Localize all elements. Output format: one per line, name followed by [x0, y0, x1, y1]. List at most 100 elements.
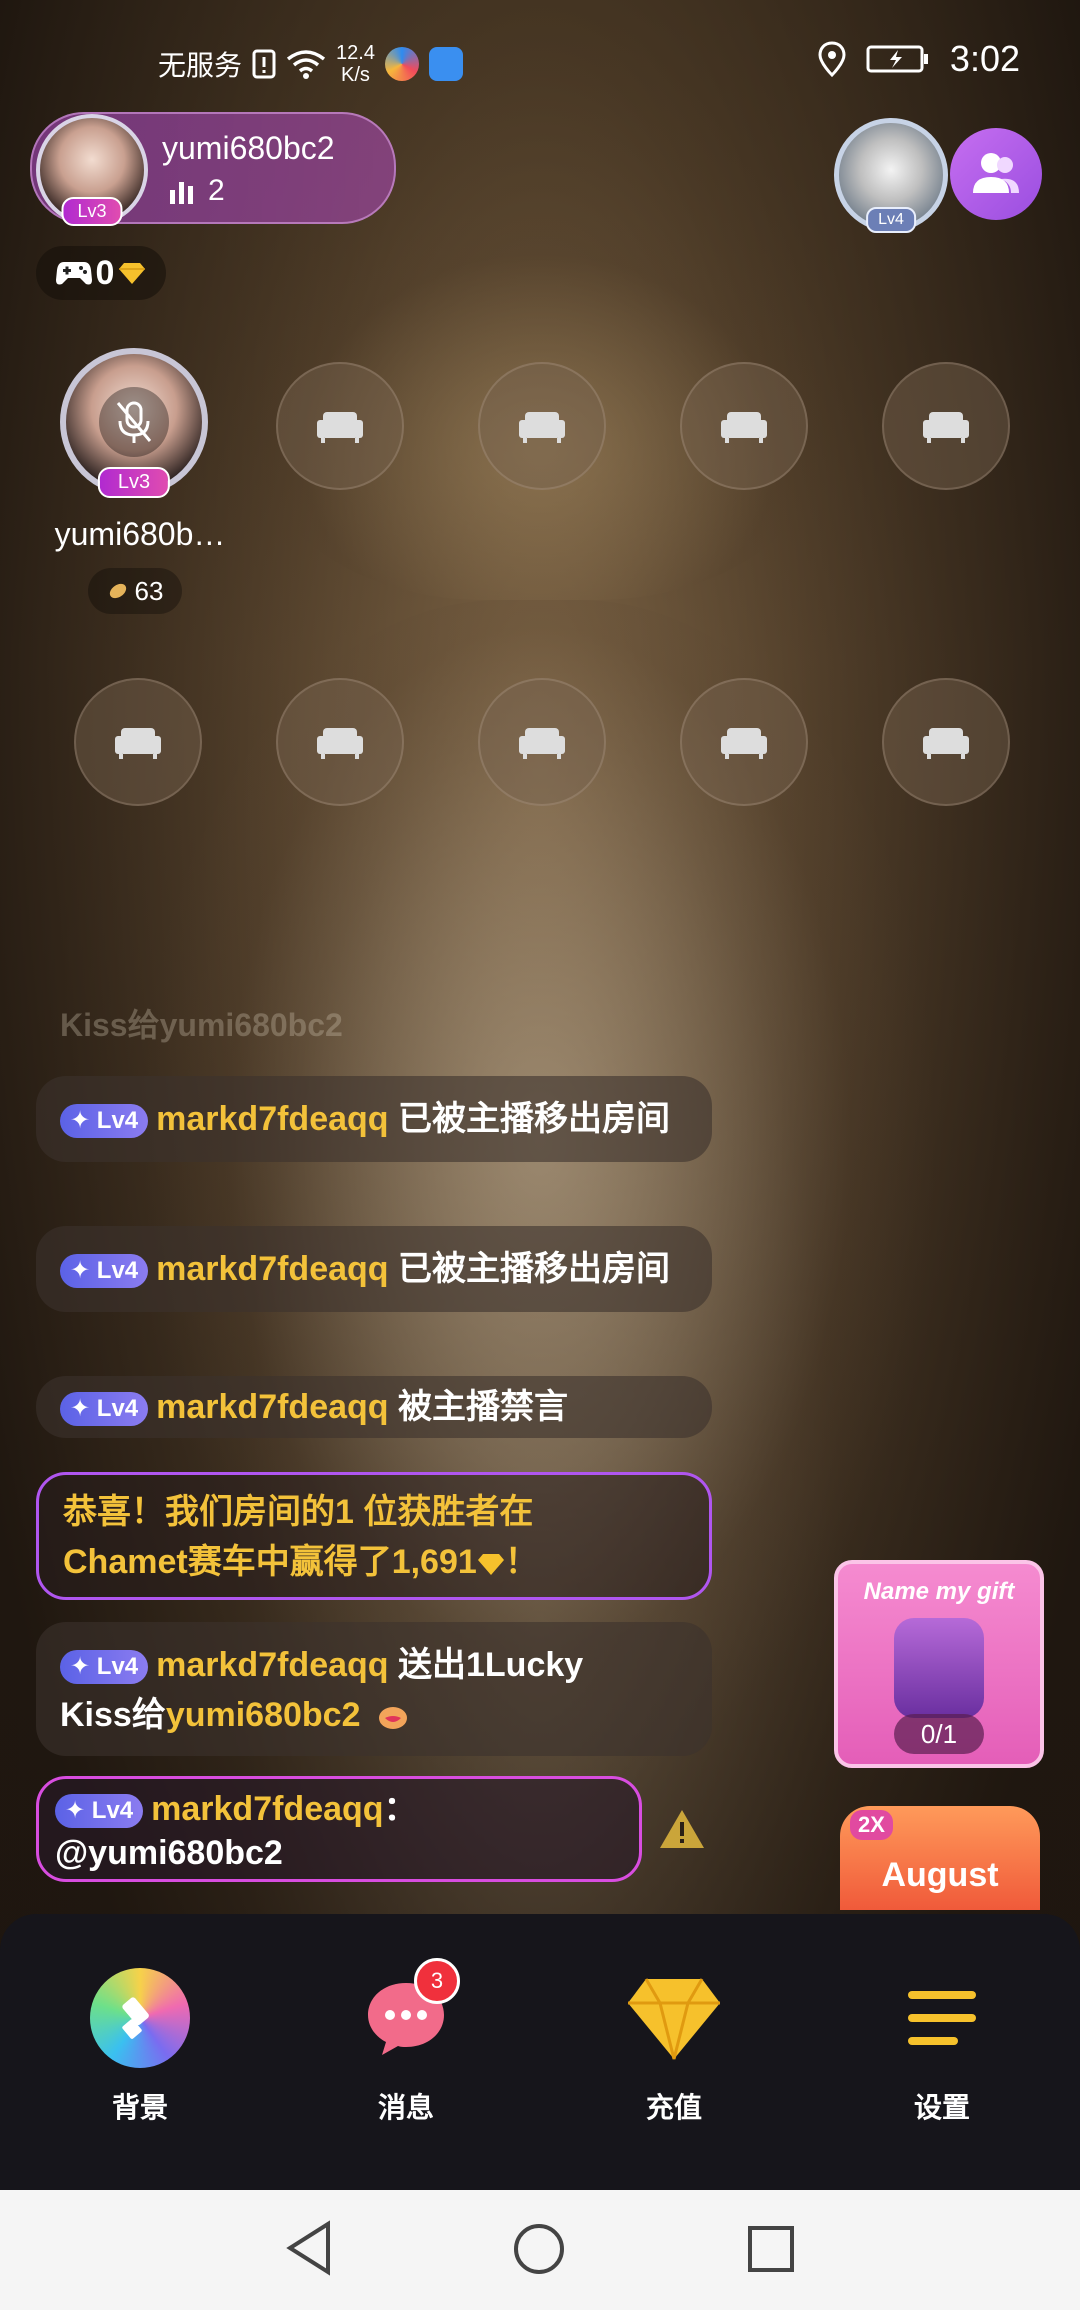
event-banner[interactable]: 2X August	[840, 1806, 1040, 1910]
empty-seat[interactable]	[882, 678, 1010, 806]
chat-username[interactable]: markd7fdeaqq	[151, 1790, 383, 1828]
top-viewer-avatar[interactable]: Lv4	[834, 118, 948, 233]
empty-seat[interactable]	[680, 362, 808, 490]
chat-username[interactable]: markd7fdeaqq	[156, 1388, 388, 1426]
chat-text: Kiss给	[60, 1696, 166, 1734]
viewer-level-badge: Lv4	[866, 207, 916, 233]
seat-host-score: 63	[88, 568, 182, 614]
tab-messages[interactable]: 3 消息	[326, 1958, 486, 2126]
seat-host[interactable]: Lv3	[60, 348, 208, 498]
chat-text: 送出1Lucky	[398, 1646, 584, 1684]
host-level-badge: Lv3	[61, 197, 123, 226]
empty-seat[interactable]	[74, 678, 202, 806]
tab-label: 充值	[645, 2092, 702, 2123]
browser-app-icon	[384, 47, 419, 81]
tab-label: 消息	[377, 2092, 434, 2123]
user-level-badge: ✦ Lv4	[55, 1794, 144, 1829]
chat-username[interactable]: markd7fdeaqq	[156, 1100, 388, 1138]
host-audience-count: 2	[168, 174, 225, 208]
seat-level-badge: Lv3	[97, 467, 171, 498]
brush-icon	[90, 1968, 190, 2068]
lucky-kiss-gift-icon	[378, 1707, 407, 1730]
chat-username[interactable]: markd7fdeaqq	[156, 1250, 388, 1288]
diamond-icon	[119, 263, 146, 284]
unread-badge: 3	[414, 1958, 460, 2004]
carrier-text: 无服务	[158, 50, 243, 81]
wifi-icon	[286, 50, 326, 79]
sofa-icon	[721, 412, 767, 443]
user-level-badge: ✦ Lv4	[60, 1392, 149, 1427]
chat-mention-message[interactable]: ✦ Lv4 markd7fdeaqq： @yumi680bc2	[36, 1776, 642, 1882]
gift-card-progress: 0/1	[894, 1714, 984, 1754]
empty-seat[interactable]	[276, 678, 404, 806]
sofa-icon	[923, 412, 969, 443]
cloud-app-icon	[428, 47, 463, 81]
game-coin-pill[interactable]: 0	[36, 246, 166, 300]
diamond-icon	[624, 1968, 724, 2068]
empty-seat[interactable]	[478, 362, 606, 490]
hourglass-gift-icon	[894, 1618, 984, 1718]
chat-message[interactable]: ✦ Lv4 markd7fdeaqq 已被主播移出房间	[36, 1226, 712, 1312]
battery-icon	[866, 45, 928, 73]
menu-icon	[892, 1968, 992, 2068]
empty-seat[interactable]	[882, 362, 1010, 490]
chat-text: 被主播禁言	[398, 1388, 568, 1426]
sofa-icon	[115, 728, 161, 759]
seat-host-name: yumi680b…	[54, 516, 226, 552]
sim-alert-icon	[252, 49, 276, 79]
sofa-icon	[317, 728, 363, 759]
empty-seat[interactable]	[680, 678, 808, 806]
sofa-icon	[519, 728, 565, 759]
game-coin-value: 0	[95, 253, 115, 292]
tab-background[interactable]: 背景	[60, 1968, 220, 2126]
people-icon	[973, 153, 1019, 193]
home-icon[interactable]	[512, 2222, 566, 2276]
gamepad-icon	[55, 262, 92, 285]
empty-seat[interactable]	[478, 678, 606, 806]
tab-label: 背景	[111, 2092, 168, 2123]
back-icon[interactable]	[284, 2220, 334, 2276]
tab-recharge[interactable]: 充值	[594, 1968, 754, 2126]
system-winner-message: 恭喜！我们房间的1 位获胜者在 Chamet赛车中赢得了1,691！	[36, 1472, 712, 1600]
sofa-icon	[317, 412, 363, 443]
user-level-badge: ✦ Lv4	[60, 1650, 149, 1685]
network-speed: 12.4 K/s	[336, 42, 375, 86]
audience-list-button[interactable]	[950, 128, 1042, 220]
chat-text: @yumi680bc2	[55, 1834, 283, 1872]
sofa-icon	[923, 728, 969, 759]
bars-icon	[170, 182, 193, 204]
status-bar: 无服务 12.4 K/s 3:02	[0, 0, 1080, 120]
chat-gift-message[interactable]: ✦ Lv4 markd7fdeaqq 送出1Lucky Kiss给yumi680b…	[36, 1622, 712, 1756]
bottom-toolbar: 背景 3 消息 充值 设置	[0, 1914, 1080, 2190]
clock-text: 3:02	[949, 38, 1020, 79]
chat-message[interactable]: ✦ Lv4 markd7fdeaqq 被主播禁言	[36, 1376, 712, 1438]
location-icon	[818, 41, 846, 77]
chat-target-username[interactable]: yumi680bc2	[166, 1696, 361, 1734]
user-level-badge: ✦ Lv4	[60, 1254, 149, 1289]
recents-icon[interactable]	[746, 2224, 796, 2274]
tab-settings[interactable]: 设置	[862, 1968, 1022, 2126]
chat-text: 已被主播移出房间	[398, 1250, 670, 1288]
chat-text: 已被主播移出房间	[398, 1100, 670, 1138]
tab-label: 设置	[913, 2092, 970, 2123]
bean-icon	[109, 583, 126, 599]
sofa-icon	[721, 728, 767, 759]
multiplier-badge: 2X	[850, 1810, 893, 1840]
chat-message[interactable]: ✦ Lv4 markd7fdeaqq 已被主播移出房间	[36, 1076, 712, 1162]
event-banner-text: August	[881, 1856, 999, 1894]
sofa-icon	[519, 412, 565, 443]
warning-icon[interactable]	[658, 1808, 706, 1850]
empty-seat[interactable]	[276, 362, 404, 490]
gift-card-title: Name my gift	[863, 1578, 1015, 1605]
name-my-gift-card[interactable]: Name my gift 0/1	[834, 1560, 1044, 1768]
message-icon: 3	[356, 1958, 460, 2068]
mic-off-icon	[99, 387, 169, 457]
host-badge[interactable]: Lv3 yumi680bc2 2	[30, 112, 396, 226]
host-name: yumi680bc2	[162, 130, 335, 166]
host-avatar[interactable]: Lv3	[36, 114, 148, 226]
system-navigation-bar	[0, 2190, 1080, 2310]
chat-username[interactable]: markd7fdeaqq	[156, 1646, 388, 1684]
user-level-badge: ✦ Lv4	[60, 1104, 149, 1139]
diamond-icon	[477, 1554, 504, 1576]
chat-faded-message: Kiss给yumi680bc2	[60, 1007, 343, 1043]
